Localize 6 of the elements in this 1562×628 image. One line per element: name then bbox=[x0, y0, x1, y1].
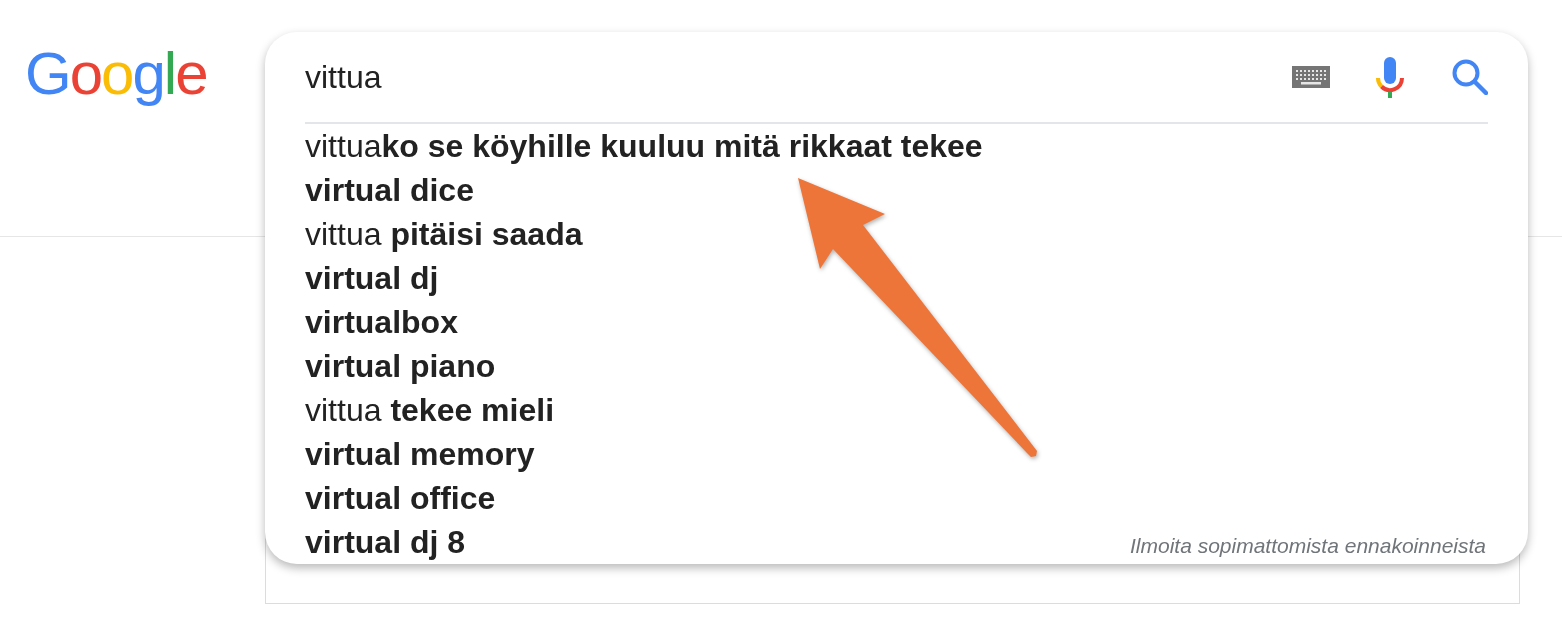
keyboard-icon[interactable] bbox=[1292, 66, 1330, 88]
search-input[interactable]: vittua bbox=[305, 55, 1272, 99]
logo[interactable]: Google bbox=[25, 44, 207, 104]
report-link[interactable]: Ilmoita sopimattomista ennakoinneista bbox=[1130, 532, 1486, 560]
search-icon[interactable] bbox=[1452, 59, 1488, 95]
microphone-icon[interactable] bbox=[1375, 56, 1405, 98]
